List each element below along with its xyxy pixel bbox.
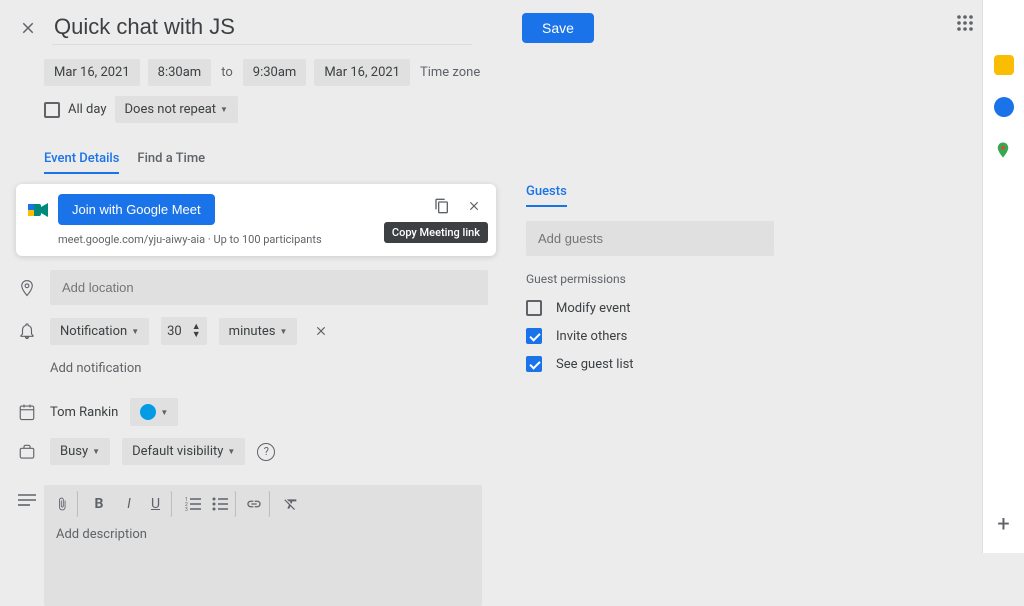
meet-participants: Up to 100 participants (213, 233, 321, 246)
add-notification-button[interactable]: Add notification (50, 357, 141, 380)
google-meet-card: Join with Google Meet meet.google.com/yj… (16, 184, 496, 256)
all-day-checkbox[interactable] (44, 102, 60, 118)
close-button[interactable] (16, 16, 40, 40)
location-icon (16, 279, 38, 297)
save-button[interactable]: Save (522, 13, 594, 43)
location-input[interactable] (50, 270, 488, 305)
recurrence-select[interactable]: Does not repeat▼ (115, 96, 238, 123)
calendar-owner-label: Tom Rankin (50, 405, 118, 420)
meet-link-text: meet.google.com/yju-aiwy-aia (58, 233, 205, 246)
attach-icon[interactable] (52, 491, 78, 517)
numbered-list-icon[interactable]: 123 (180, 491, 206, 517)
google-meet-icon (28, 202, 48, 218)
see-guest-list-label: See guest list (556, 357, 634, 372)
italic-icon[interactable]: I (116, 491, 142, 517)
to-label: to (219, 59, 235, 86)
bullet-list-icon[interactable] (210, 491, 236, 517)
invite-others-label: Invite others (556, 329, 627, 344)
notification-value-input[interactable]: 30 ▲▼ (161, 317, 207, 345)
briefcase-icon (16, 443, 38, 461)
guest-permissions-label: Guest permissions (526, 272, 774, 286)
tab-find-a-time[interactable]: Find a Time (137, 151, 205, 174)
keep-addon-icon[interactable] (994, 55, 1014, 75)
underline-icon[interactable]: U (146, 491, 172, 517)
notification-unit-select[interactable]: minutes▼ (219, 318, 298, 345)
join-google-meet-button[interactable]: Join with Google Meet (58, 194, 215, 225)
description-toolbar: B I U 123 (44, 485, 482, 523)
calendar-color-dot (140, 404, 156, 420)
start-time[interactable]: 8:30am (148, 59, 212, 86)
tab-event-details[interactable]: Event Details (44, 151, 119, 174)
event-title-input[interactable] (52, 10, 472, 45)
notification-type-select[interactable]: Notification▼ (50, 318, 149, 345)
description-icon (16, 493, 38, 507)
bold-icon[interactable]: B (86, 491, 112, 517)
get-addons-icon[interactable]: + (997, 512, 1009, 537)
invite-others-checkbox[interactable] (526, 328, 542, 344)
add-guests-input[interactable] (526, 221, 774, 256)
availability-select[interactable]: Busy▼ (50, 438, 110, 465)
copy-meet-link-icon[interactable] (430, 194, 454, 218)
copy-link-tooltip: Copy Meeting link (384, 222, 488, 243)
notification-icon (16, 322, 38, 340)
timezone-button[interactable]: Time zone (418, 59, 482, 86)
see-guest-list-checkbox[interactable] (526, 356, 542, 372)
clear-formatting-icon[interactable] (278, 491, 304, 517)
all-day-label: All day (68, 102, 107, 117)
svg-text:3: 3 (185, 507, 188, 511)
remove-meet-icon[interactable] (462, 194, 486, 218)
calendar-color-select[interactable]: ▼ (130, 398, 178, 426)
modify-event-checkbox[interactable] (526, 300, 542, 316)
end-time[interactable]: 9:30am (243, 59, 307, 86)
description-input[interactable]: Add description (44, 523, 482, 546)
calendar-icon (16, 403, 38, 421)
guests-tab[interactable]: Guests (526, 184, 567, 207)
link-icon[interactable] (244, 491, 270, 517)
side-panel: + (982, 0, 1024, 553)
start-date[interactable]: Mar 16, 2021 (44, 59, 140, 86)
google-apps-icon[interactable] (956, 14, 976, 34)
visibility-help-icon[interactable]: ? (257, 443, 275, 461)
visibility-select[interactable]: Default visibility▼ (122, 438, 245, 465)
end-date[interactable]: Mar 16, 2021 (314, 59, 410, 86)
tasks-addon-icon[interactable] (994, 97, 1014, 117)
remove-notification-icon[interactable] (309, 319, 333, 343)
modify-event-label: Modify event (556, 301, 631, 316)
maps-addon-icon[interactable] (994, 139, 1014, 159)
